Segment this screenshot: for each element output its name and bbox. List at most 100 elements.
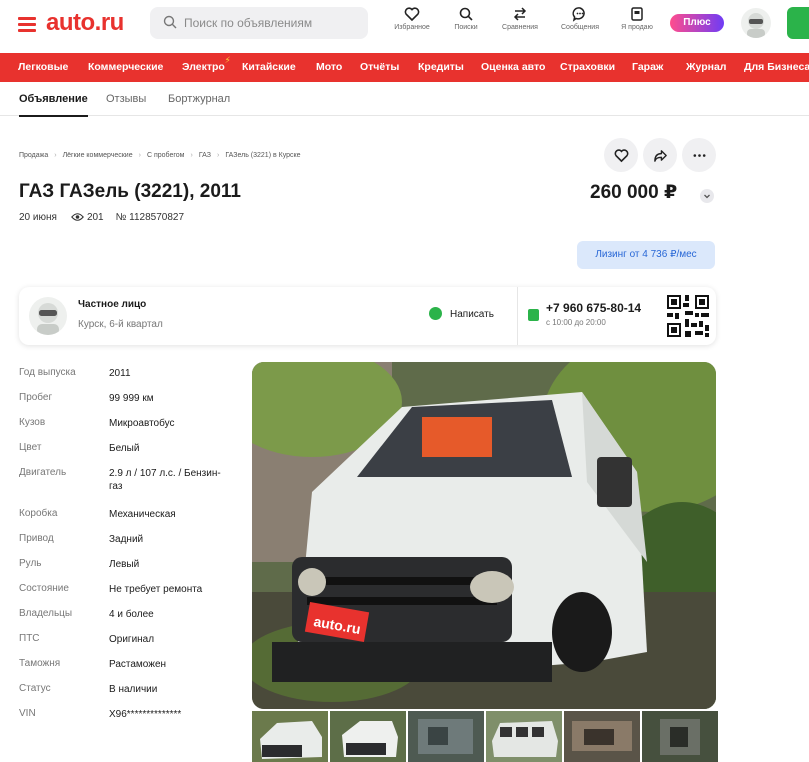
messages-label: Сообщения xyxy=(561,24,599,31)
nav-item-reports[interactable]: Отчёты xyxy=(360,61,399,73)
share-button[interactable] xyxy=(643,138,677,172)
seller-avatar xyxy=(29,297,67,335)
compare-label: Сравнения xyxy=(502,24,538,31)
phone-number[interactable]: +7 960 675-80-14 xyxy=(546,301,641,315)
site-logo[interactable]: auto.ru xyxy=(46,9,124,37)
photo-thumbnail[interactable] xyxy=(330,711,406,762)
nav-item-garage[interactable]: Гараж xyxy=(632,61,663,73)
spec-value: Белый xyxy=(109,443,140,454)
tab-reviews[interactable]: Отзывы xyxy=(106,93,146,105)
spec-key: Статус xyxy=(19,683,51,694)
searches-label: Поиски xyxy=(454,24,478,31)
chevron-down-icon[interactable] xyxy=(700,189,714,203)
saved-search-icon xyxy=(459,7,473,21)
tab-logbook[interactable]: Бортжурнал xyxy=(168,93,230,105)
photo-thumbnail[interactable] xyxy=(486,711,562,762)
searches-button[interactable]: Поиски xyxy=(439,6,493,31)
chevron-right-icon: › xyxy=(54,152,57,159)
spec-key: Состояние xyxy=(19,583,69,594)
phone-icon xyxy=(528,309,539,321)
plus-subscription-badge[interactable]: Плюс xyxy=(670,14,724,32)
views-count: 201 xyxy=(86,212,104,223)
breadcrumb-item[interactable]: Продажа xyxy=(19,152,48,159)
seller-type: Частное лицо xyxy=(78,299,147,310)
spec-value: Не требует ремонта xyxy=(109,584,203,595)
more-icon xyxy=(693,153,705,157)
photo-thumbnail[interactable] xyxy=(564,711,640,762)
call-hours: с 10:00 до 20:00 xyxy=(546,318,606,327)
tab-listing[interactable]: Объявление xyxy=(19,93,88,117)
listing-price[interactable]: 260 000 ₽ xyxy=(590,181,677,204)
search-placeholder: Поиск по объявлениям xyxy=(184,16,313,30)
chat-icon xyxy=(429,307,442,320)
nav-item-chinese[interactable]: Китайские xyxy=(242,61,296,73)
nav-item-credits[interactable]: Кредиты xyxy=(418,61,464,73)
favorites-button[interactable]: Избранное xyxy=(385,6,439,31)
spec-key: Двигатель xyxy=(19,467,67,478)
leasing-button[interactable]: Лизинг от 4 736 ₽/мес xyxy=(577,241,715,269)
messages-icon xyxy=(572,7,585,22)
menu-icon[interactable] xyxy=(18,17,36,32)
chevron-right-icon: › xyxy=(216,152,220,159)
spec-value: Задний xyxy=(109,534,144,545)
chevron-right-icon: › xyxy=(138,152,141,159)
spec-value: X96************** xyxy=(109,709,182,720)
nav-item-cars[interactable]: Легковые xyxy=(18,61,68,73)
nav-item-electro[interactable]: Электро ⚡ xyxy=(182,55,231,73)
my-ads-label: Я продаю xyxy=(621,24,653,31)
chevron-right-icon: › xyxy=(190,152,193,159)
spec-key: Кузов xyxy=(19,417,46,428)
favorite-button[interactable] xyxy=(604,138,638,172)
search-input[interactable]: Поиск по объявлениям xyxy=(150,7,368,39)
spec-value: 2011 xyxy=(109,368,131,379)
spec-key: Владельцы xyxy=(19,608,73,619)
van-photo-image: auto.ru xyxy=(252,362,716,709)
more-button[interactable] xyxy=(682,138,716,172)
messages-button[interactable]: Сообщения xyxy=(553,6,607,31)
compare-icon xyxy=(513,7,527,21)
listing-date: 20 июня xyxy=(19,212,57,223)
breadcrumb-item[interactable]: С пробегом xyxy=(147,152,185,159)
main-photo[interactable]: auto.ru xyxy=(252,362,716,709)
breadcrumb-item[interactable]: ГАЗ xyxy=(199,152,211,159)
compare-button[interactable]: Сравнения xyxy=(493,6,547,31)
photo-thumbnail[interactable] xyxy=(408,711,484,762)
sell-button[interactable] xyxy=(787,7,809,39)
breadcrumb-item[interactable]: ГАЗель (3221) в Курске xyxy=(225,152,300,159)
photo-thumbnails xyxy=(252,711,718,762)
qr-code-icon[interactable] xyxy=(665,293,711,339)
seller-location: Курск, 6-й квартал xyxy=(78,319,163,330)
spec-value: Левый xyxy=(109,559,140,570)
breadcrumb: Продажа › Лёгкие коммерческие › С пробегом › Г… xyxy=(19,152,301,159)
spec-key: ПТС xyxy=(19,633,40,644)
nav-item-business[interactable]: Для Бизнеса xyxy=(744,61,809,73)
spec-value[interactable]: Микроавтобус xyxy=(109,417,234,430)
heart-icon xyxy=(614,148,628,162)
listing-title: ГАЗ ГАЗель (3221), 2011 xyxy=(19,181,241,202)
nav-item-insurance[interactable]: Страховки xyxy=(560,61,615,73)
write-message-button[interactable]: Написать xyxy=(429,307,494,320)
nav-item-valuation[interactable]: Оценка авто xyxy=(481,61,545,73)
nav-item-journal[interactable]: Журнал xyxy=(686,61,726,73)
listing-tabs: Объявление Отзывы Бортжурнал xyxy=(0,90,809,117)
listing-number: № 1128570827 xyxy=(115,212,185,223)
spec-key: Пробег xyxy=(19,392,53,403)
spec-key: Привод xyxy=(19,533,54,544)
category-nav: Легковые Коммерческие Электро ⚡ Китайские… xyxy=(0,53,809,82)
spec-value: Механическая xyxy=(109,509,176,520)
lightning-icon: ⚡ xyxy=(224,55,231,65)
share-icon xyxy=(653,149,667,162)
spec-value: Оригинал xyxy=(109,634,155,645)
spec-key: Таможня xyxy=(19,658,61,669)
nav-item-moto[interactable]: Мото xyxy=(316,61,342,73)
nav-item-commercial[interactable]: Коммерческие xyxy=(88,61,163,73)
photo-thumbnail[interactable] xyxy=(642,711,718,762)
search-icon xyxy=(163,15,177,29)
photo-thumbnail[interactable] xyxy=(252,711,328,762)
user-avatar[interactable] xyxy=(741,8,771,38)
heart-icon xyxy=(404,7,420,22)
breadcrumb-item[interactable]: Лёгкие коммерческие xyxy=(63,152,133,159)
spec-value: 2.9 л / 107 л.с. / Бензин-газ xyxy=(109,468,221,492)
my-ads-icon xyxy=(631,7,643,21)
my-ads-button[interactable]: Я продаю xyxy=(610,6,664,31)
